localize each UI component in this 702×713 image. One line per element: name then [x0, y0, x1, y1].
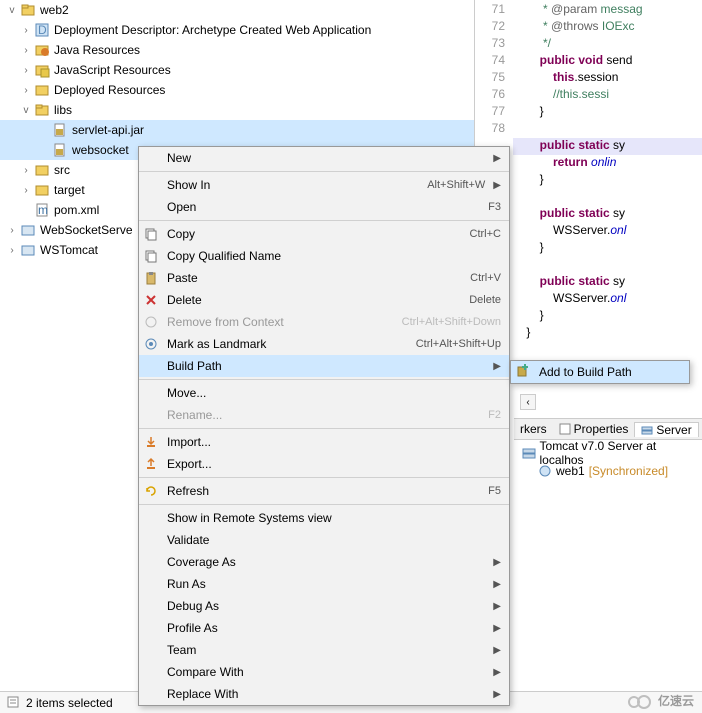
deployed-resources-icon	[34, 82, 50, 98]
refresh-icon	[143, 483, 159, 499]
expand-icon[interactable]: ›	[20, 65, 32, 76]
java-resources-icon	[34, 42, 50, 58]
menu-copy[interactable]: CopyCtrl+C	[139, 223, 509, 245]
menu-compare-with[interactable]: Compare With▶	[139, 661, 509, 683]
xml-icon: m	[34, 202, 50, 218]
chevron-right-icon: ▶	[493, 645, 501, 656]
menu-rename: Rename...F2	[139, 404, 509, 426]
folder-icon	[34, 162, 50, 178]
separator	[139, 428, 509, 429]
folder-icon	[34, 182, 50, 198]
deployment-descriptor-icon: D	[34, 22, 50, 38]
server-item[interactable]: Tomcat v7.0 Server at localhos	[522, 444, 698, 462]
tree-item[interactable]: › Java Resources	[0, 40, 474, 60]
menu-remove-context: Remove from ContextCtrl+Alt+Shift+Down	[139, 311, 509, 333]
menu-export[interactable]: Export...	[139, 453, 509, 475]
svg-text:m: m	[38, 203, 48, 217]
tree-item[interactable]: › Deployed Resources	[0, 80, 474, 100]
collapse-icon[interactable]: v	[20, 105, 32, 116]
remove-icon	[143, 314, 159, 330]
menu-delete[interactable]: DeleteDelete	[139, 289, 509, 311]
expand-icon[interactable]: ›	[20, 45, 32, 56]
menu-move[interactable]: Move...	[139, 382, 509, 404]
menu-team[interactable]: Team▶	[139, 639, 509, 661]
chevron-right-icon: ▶	[493, 153, 501, 164]
menu-replace-with[interactable]: Replace With▶	[139, 683, 509, 705]
expand-icon[interactable]: ›	[20, 165, 32, 176]
menu-build-path[interactable]: Build Path▶	[139, 355, 509, 377]
separator	[139, 171, 509, 172]
module-icon	[538, 464, 552, 478]
project-root[interactable]: v web2	[0, 0, 474, 20]
tree-item[interactable]: › JavaScript Resources	[0, 60, 474, 80]
watermark: 亿速云	[628, 692, 694, 709]
paste-icon	[143, 270, 159, 286]
properties-icon	[559, 423, 571, 435]
project-icon	[20, 242, 36, 258]
tree-item-jar[interactable]: servlet-api.jar	[0, 120, 474, 140]
scroll-left-button[interactable]: ‹	[520, 394, 536, 410]
chevron-right-icon: ▶	[493, 667, 501, 678]
chevron-right-icon: ▶	[493, 601, 501, 612]
menu-copy-qualified[interactable]: Copy Qualified Name	[139, 245, 509, 267]
selection-icon	[6, 695, 22, 711]
folder-icon	[34, 102, 50, 118]
menu-validate[interactable]: Validate	[139, 529, 509, 551]
expand-icon[interactable]: ›	[20, 185, 32, 196]
expand-icon[interactable]: ›	[6, 225, 18, 236]
menu-debug-as[interactable]: Debug As▶	[139, 595, 509, 617]
menu-open[interactable]: OpenF3	[139, 196, 509, 218]
project-icon	[20, 2, 36, 18]
svg-text:D: D	[38, 23, 47, 37]
separator	[139, 379, 509, 380]
separator	[139, 504, 509, 505]
copy-icon	[143, 226, 159, 242]
status-text: 2 items selected	[26, 696, 113, 710]
servers-icon	[641, 424, 653, 436]
menu-profile-as[interactable]: Profile As▶	[139, 617, 509, 639]
expand-icon[interactable]: ›	[6, 245, 18, 256]
server-icon	[522, 446, 536, 460]
tree-item[interactable]: › D Deployment Descriptor: Archetype Cre…	[0, 20, 474, 40]
bottom-tabs: rkers Properties Server	[514, 418, 702, 440]
separator	[139, 220, 509, 221]
chevron-right-icon: ▶	[493, 689, 501, 700]
delete-icon	[143, 292, 159, 308]
menu-paste[interactable]: PasteCtrl+V	[139, 267, 509, 289]
chevron-right-icon: ▶	[493, 361, 501, 372]
menu-show-in[interactable]: Show InAlt+Shift+W▶	[139, 174, 509, 196]
menu-show-remote[interactable]: Show in Remote Systems view	[139, 507, 509, 529]
menu-add-to-build-path[interactable]: Add to Build Path	[511, 361, 689, 383]
menu-new[interactable]: New▶	[139, 147, 509, 169]
jar-add-icon	[515, 364, 531, 380]
chevron-right-icon: ▶	[493, 557, 501, 568]
menu-import[interactable]: Import...	[139, 431, 509, 453]
expand-icon[interactable]: ›	[20, 85, 32, 96]
chevron-right-icon: ▶	[493, 623, 501, 634]
chevron-right-icon: ▶	[493, 180, 501, 191]
menu-mark-landmark[interactable]: Mark as LandmarkCtrl+Alt+Shift+Up	[139, 333, 509, 355]
copy-icon	[143, 248, 159, 264]
build-path-submenu: Add to Build Path	[510, 360, 690, 384]
tab-markers[interactable]: rkers	[514, 422, 553, 436]
landmark-icon	[143, 336, 159, 352]
jar-icon	[52, 142, 68, 158]
expand-icon[interactable]: ›	[20, 25, 32, 36]
separator	[139, 477, 509, 478]
import-icon	[143, 434, 159, 450]
js-resources-icon	[34, 62, 50, 78]
menu-refresh[interactable]: RefreshF5	[139, 480, 509, 502]
tree-item-libs[interactable]: v libs	[0, 100, 474, 120]
jar-icon	[52, 122, 68, 138]
expand-icon[interactable]: v	[6, 5, 18, 16]
servers-view[interactable]: Tomcat v7.0 Server at localhos web1 [Syn…	[518, 440, 702, 484]
project-icon	[20, 222, 36, 238]
menu-coverage-as[interactable]: Coverage As▶	[139, 551, 509, 573]
context-menu: New▶ Show InAlt+Shift+W▶ OpenF3 CopyCtrl…	[138, 146, 510, 706]
tab-properties[interactable]: Properties	[553, 422, 635, 436]
export-icon	[143, 456, 159, 472]
menu-run-as[interactable]: Run As▶	[139, 573, 509, 595]
tab-servers[interactable]: Server	[634, 422, 698, 437]
chevron-right-icon: ▶	[493, 579, 501, 590]
